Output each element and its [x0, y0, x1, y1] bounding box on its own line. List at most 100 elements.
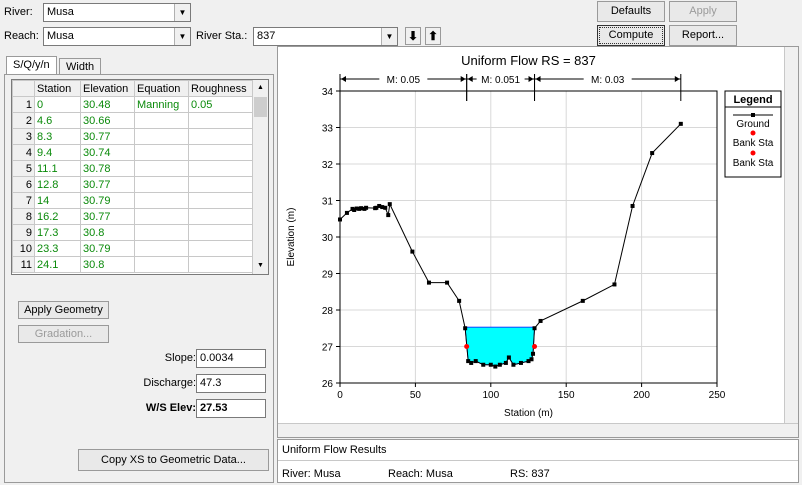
table-row[interactable]: 8 16.2 30.77 [12, 208, 254, 225]
table-row[interactable]: 4 9.4 30.74 [12, 144, 254, 161]
cell-roughness[interactable] [188, 176, 254, 193]
discharge-input[interactable]: 47.3 [196, 374, 266, 393]
compute-button[interactable]: Compute [597, 25, 665, 46]
cell-roughness[interactable] [188, 208, 254, 225]
copy-xs-button[interactable]: Copy XS to Geometric Data... [78, 449, 269, 471]
cell-station[interactable]: 4.6 [34, 112, 81, 129]
table-row[interactable]: 5 11.1 30.78 [12, 160, 254, 177]
row-number: 5 [12, 160, 35, 177]
cell-equation[interactable] [134, 112, 189, 129]
river-sta-label: River Sta.: [196, 30, 248, 42]
bank-station-point [464, 344, 470, 349]
ground-point [518, 360, 523, 365]
cell-equation[interactable] [134, 240, 189, 257]
defaults-button[interactable]: Defaults [597, 1, 665, 22]
ground-point [488, 362, 493, 367]
cell-elevation[interactable]: 30.79 [80, 192, 135, 209]
cell-station[interactable]: 16.2 [34, 208, 81, 225]
plot-scrollbar[interactable] [278, 423, 798, 437]
cell-roughness[interactable] [188, 192, 254, 209]
results-river: River: Musa [282, 468, 341, 480]
cell-roughness[interactable] [188, 240, 254, 257]
gradation-button[interactable]: Gradation... [18, 325, 109, 343]
cell-roughness[interactable] [188, 224, 254, 241]
ground-point [481, 362, 486, 367]
scroll-thumb[interactable] [254, 97, 267, 117]
x-tick-label: 250 [709, 390, 726, 401]
table-scrollbar[interactable]: ▲ ▼ [252, 80, 268, 274]
table-row[interactable]: 11 24.1 30.8 [12, 256, 254, 273]
results-rs: RS: 837 [510, 468, 550, 480]
arrow-up-icon[interactable]: ⬆ [425, 27, 441, 45]
cell-elevation[interactable]: 30.8 [80, 256, 135, 273]
tab-sqyn-label: S/Q/y/n [13, 59, 50, 71]
cell-roughness[interactable] [188, 112, 254, 129]
cell-elevation[interactable]: 30.77 [80, 128, 135, 145]
cell-equation[interactable] [134, 176, 189, 193]
arrow-down-icon[interactable]: ⬇ [405, 27, 421, 45]
table-row[interactable]: 7 14 30.79 [12, 192, 254, 209]
cell-station[interactable]: 0 [34, 96, 81, 113]
cell-station[interactable]: 23.3 [34, 240, 81, 257]
table-row[interactable]: 6 12.8 30.77 [12, 176, 254, 193]
slope-input[interactable]: 0.0034 [196, 349, 266, 368]
table-row[interactable]: 9 17.3 30.8 [12, 224, 254, 241]
cell-station[interactable]: 8.3 [34, 128, 81, 145]
cell-equation[interactable] [134, 192, 189, 209]
chevron-down-icon[interactable]: ▼ [381, 28, 397, 45]
cell-elevation[interactable]: 30.78 [80, 160, 135, 177]
scroll-down-icon[interactable]: ▼ [253, 258, 268, 274]
cell-station[interactable]: 12.8 [34, 176, 81, 193]
row-number: 11 [12, 256, 35, 273]
cell-equation[interactable] [134, 224, 189, 241]
y-tick-label: 32 [322, 160, 334, 171]
cell-elevation[interactable]: 30.79 [80, 240, 135, 257]
cell-roughness[interactable] [188, 144, 254, 161]
cell-equation[interactable] [134, 160, 189, 177]
ground-point [580, 298, 585, 303]
cell-station[interactable]: 24.1 [34, 256, 81, 273]
chevron-down-icon[interactable]: ▼ [174, 4, 190, 21]
apply-geometry-button[interactable]: Apply Geometry [18, 301, 109, 319]
cell-station[interactable]: 9.4 [34, 144, 81, 161]
results-panel: Uniform Flow Results River: Musa Reach: … [277, 439, 799, 483]
report-button[interactable]: Report... [669, 25, 737, 46]
cell-station[interactable]: 11.1 [34, 160, 81, 177]
cell-roughness[interactable] [188, 128, 254, 145]
cell-elevation[interactable]: 30.66 [80, 112, 135, 129]
reach-select[interactable]: Musa ▼ [43, 27, 191, 46]
cell-equation[interactable] [134, 256, 189, 273]
table-row[interactable]: 1 0 30.48 Manning 0.05 [12, 96, 254, 113]
xs-table[interactable]: Station Elevation Equation Roughness 103… [11, 79, 269, 275]
cell-roughness[interactable] [188, 160, 254, 177]
cell-equation[interactable]: Manning [134, 96, 189, 113]
table-row[interactable]: 10 23.3 30.79 [12, 240, 254, 257]
cell-elevation[interactable]: 30.8 [80, 224, 135, 241]
table-row[interactable]: 2 4.6 30.66 [12, 112, 254, 129]
cell-roughness[interactable]: 0.05 [188, 96, 254, 113]
cell-equation[interactable] [134, 144, 189, 161]
table-row[interactable]: 3 8.3 30.77 [12, 128, 254, 145]
ground-point [473, 359, 478, 364]
cell-elevation[interactable]: 30.74 [80, 144, 135, 161]
row-number: 9 [12, 224, 35, 241]
cell-elevation[interactable]: 30.77 [80, 176, 135, 193]
cell-elevation[interactable]: 30.48 [80, 96, 135, 113]
cell-elevation[interactable]: 30.77 [80, 208, 135, 225]
river-sta-select[interactable]: 837 ▼ [253, 27, 398, 46]
ground-point [511, 362, 516, 367]
cell-equation[interactable] [134, 208, 189, 225]
apply-button[interactable]: Apply [669, 1, 737, 22]
scroll-up-icon[interactable]: ▲ [253, 80, 268, 96]
plot-vscrollbar[interactable] [784, 47, 798, 423]
tab-sqyn[interactable]: S/Q/y/n [6, 56, 57, 76]
river-select[interactable]: Musa ▼ [43, 3, 191, 22]
legend-label: Bank Sta [733, 158, 774, 169]
cell-equation[interactable] [134, 128, 189, 145]
chevron-down-icon[interactable]: ▼ [174, 28, 190, 45]
cell-station[interactable]: 14 [34, 192, 81, 209]
xs-plot[interactable]: Uniform Flow RS = 837 0 50 100 150 200 250 26 27… [278, 47, 788, 423]
legend-label: Bank Sta [733, 138, 774, 149]
cell-station[interactable]: 17.3 [34, 224, 81, 241]
cell-roughness[interactable] [188, 256, 254, 273]
